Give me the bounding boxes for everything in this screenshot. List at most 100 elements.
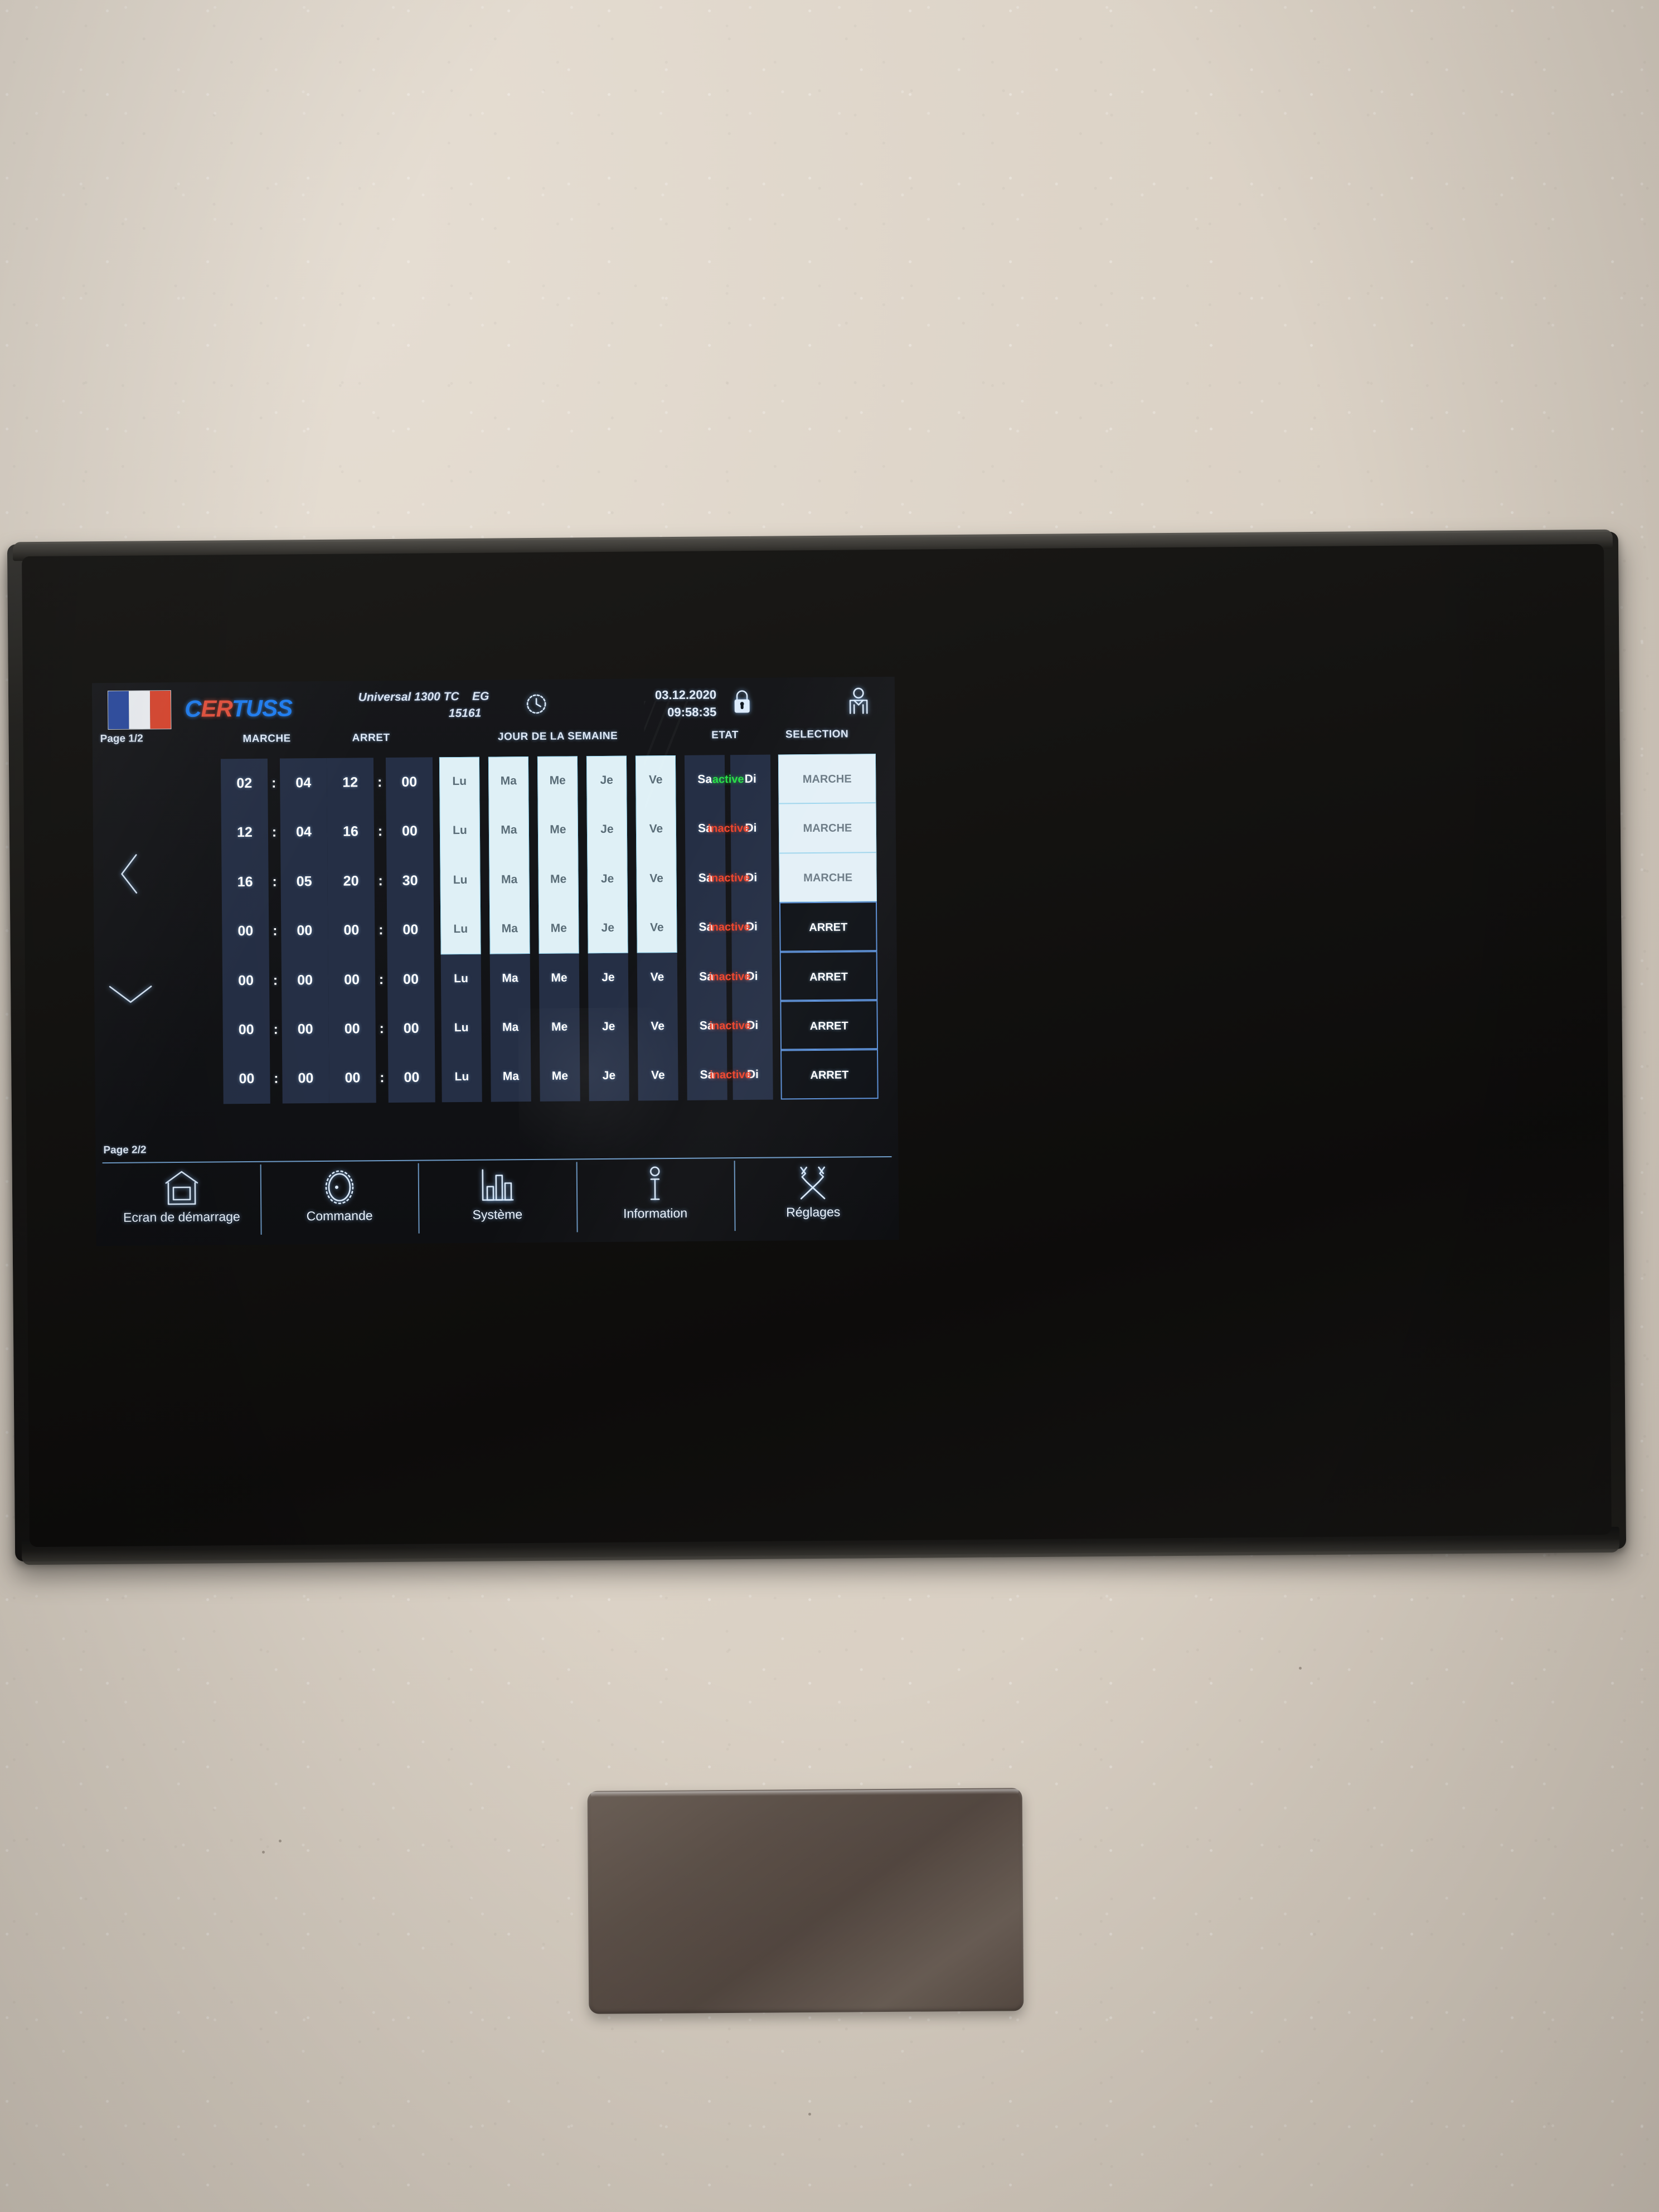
- machine-serial: 15161: [448, 706, 482, 720]
- weekday-toggle-je[interactable]: Je: [588, 953, 629, 1002]
- back-button[interactable]: [93, 809, 167, 938]
- on-minute-field[interactable]: 00: [282, 955, 329, 1005]
- off-minute-field[interactable]: 00: [388, 1053, 435, 1103]
- system-date: 03.12.2020: [654, 687, 717, 702]
- weekday-toggle-lu[interactable]: Lu: [440, 806, 481, 856]
- on-minute-field[interactable]: 04: [280, 807, 328, 857]
- weekday-toggle-me[interactable]: Me: [538, 806, 579, 855]
- on-minute-field[interactable]: 04: [280, 758, 327, 808]
- weekday-toggle-me[interactable]: Me: [538, 855, 579, 904]
- off-minute-field[interactable]: 00: [386, 807, 434, 856]
- weekday-toggle-me[interactable]: Me: [539, 1002, 580, 1052]
- time-colon: :: [272, 874, 277, 890]
- next-page-button[interactable]: [94, 938, 167, 1050]
- model-variant: EG: [472, 690, 489, 703]
- weekday-toggle-ma[interactable]: Ma: [490, 954, 531, 1003]
- selection-column: MARCHE MARCHE MARCHE ARRET ARRET ARRET ARRET: [778, 754, 879, 1100]
- on-minute-field[interactable]: 00: [282, 1005, 329, 1054]
- off-minute-field[interactable]: 30: [386, 856, 434, 905]
- off-hour-field[interactable]: 12: [327, 758, 374, 807]
- weekday-toggle-je[interactable]: Je: [587, 854, 628, 904]
- weekday-toggle-je[interactable]: Je: [588, 904, 628, 953]
- on-hour-field[interactable]: 02: [221, 759, 268, 808]
- nav-item-syst-me[interactable]: Système: [418, 1160, 576, 1243]
- weekday-toggle-je[interactable]: Je: [586, 756, 627, 806]
- off-minute-field[interactable]: 00: [387, 1003, 435, 1053]
- weekday-toggle-ma[interactable]: Ma: [490, 1003, 531, 1052]
- off-hour-field[interactable]: 00: [328, 955, 376, 1005]
- weekday-toggle-me[interactable]: Me: [539, 904, 579, 954]
- nav-item-ecran-de-d-marrage[interactable]: Ecran de démarrage: [103, 1162, 261, 1246]
- lock-closed-icon[interactable]: [731, 688, 753, 716]
- page-indicator-top: Page 1/2: [100, 733, 143, 745]
- weekday-toggle-lu[interactable]: Lu: [441, 954, 482, 1003]
- weekday-toggle-ve[interactable]: Ve: [638, 1051, 678, 1100]
- weekday-toggle-ve[interactable]: Ve: [637, 1002, 678, 1051]
- selection-button[interactable]: ARRET: [779, 950, 878, 1001]
- weekday-toggle-ve[interactable]: Ve: [637, 903, 677, 953]
- weekday-toggle-lu[interactable]: Lu: [440, 856, 481, 905]
- selection-button[interactable]: MARCHE: [778, 803, 877, 853]
- model-line: Universal 1300 TC EG: [343, 688, 505, 706]
- weekday-toggle-lu[interactable]: Lu: [442, 1052, 482, 1102]
- selection-button[interactable]: MARCHE: [779, 852, 877, 903]
- on-hour-field[interactable]: 12: [221, 808, 269, 857]
- off-hour-field[interactable]: 00: [328, 1004, 376, 1054]
- schedule-grid: 02:04 12:00 Lu Ma Me Je Ve Sa Di active 12:04 16:00…: [165, 754, 898, 1105]
- weekday-toggle-ma[interactable]: Ma: [489, 904, 530, 954]
- weekday-toggle-me[interactable]: Me: [537, 756, 578, 806]
- weekday-toggle-ve[interactable]: Ve: [636, 755, 676, 805]
- off-minute-field[interactable]: 00: [387, 954, 435, 1004]
- weekday-toggle-ve[interactable]: Ve: [636, 854, 677, 904]
- chevron-down-icon: [105, 978, 156, 1009]
- user-icon[interactable]: [846, 686, 871, 716]
- column-headers: MARCHE ARRET JOUR DE LA SEMAINE ETAT SEL…: [165, 728, 895, 753]
- off-minute-field[interactable]: 00: [386, 757, 433, 807]
- on-hour-field[interactable]: 00: [222, 1005, 270, 1055]
- weekday-toggle-me[interactable]: Me: [539, 953, 580, 1003]
- weekday-toggle-lu[interactable]: Lu: [441, 1003, 482, 1053]
- off-hour-field[interactable]: 16: [327, 807, 375, 857]
- weekday-toggle-ma[interactable]: Ma: [488, 756, 529, 806]
- on-minute-field[interactable]: 00: [281, 906, 328, 955]
- nav-item-information[interactable]: Information: [576, 1158, 734, 1242]
- weekday-toggle-lu[interactable]: Lu: [440, 905, 481, 954]
- weekday-toggle-je[interactable]: Je: [588, 1002, 629, 1052]
- nav-item-r-glages[interactable]: Réglages: [734, 1157, 892, 1241]
- selection-button[interactable]: ARRET: [780, 1049, 879, 1100]
- time-colon: :: [273, 972, 278, 988]
- weekday-toggle-lu[interactable]: Lu: [439, 757, 480, 807]
- page-navigation-rail: Page 1/2 Page 2/2: [92, 726, 168, 1162]
- off-hour-field[interactable]: 00: [329, 1054, 376, 1103]
- weekday-toggle-je[interactable]: Je: [589, 1051, 629, 1101]
- on-hour-field[interactable]: 00: [222, 906, 269, 956]
- nav-item-label: Réglages: [786, 1204, 841, 1220]
- nav-item-label: Système: [472, 1207, 523, 1222]
- wall-speck: [1299, 1667, 1302, 1670]
- on-hour-field[interactable]: 00: [222, 955, 270, 1005]
- weekday-toggle-ve[interactable]: Ve: [637, 953, 678, 1002]
- off-hour-field[interactable]: 00: [328, 905, 375, 955]
- selection-button[interactable]: ARRET: [780, 1000, 879, 1050]
- column-header-selection: SELECTION: [785, 728, 849, 741]
- plate-highlight: [590, 1789, 1019, 1797]
- on-hour-field[interactable]: 16: [221, 857, 269, 907]
- nav-item-commande[interactable]: Commande: [260, 1161, 419, 1245]
- on-minute-field[interactable]: 00: [282, 1054, 329, 1103]
- weekday-toggle-ma[interactable]: Ma: [489, 855, 530, 905]
- weekday-toggle-ve[interactable]: Ve: [636, 804, 677, 854]
- weekday-toggle-je[interactable]: Je: [587, 805, 628, 855]
- weekday-toggle-ma[interactable]: Ma: [491, 1052, 531, 1102]
- off-minute-field[interactable]: 00: [387, 905, 434, 955]
- on-minute-field[interactable]: 05: [280, 857, 328, 906]
- on-hour-field[interactable]: 00: [223, 1054, 270, 1104]
- selection-button[interactable]: ARRET: [779, 901, 877, 952]
- weekday-toggle-ma[interactable]: Ma: [489, 806, 530, 855]
- weekday-toggle-me[interactable]: Me: [540, 1052, 580, 1102]
- time-colon: :: [273, 1021, 278, 1037]
- time-colon: :: [379, 1021, 384, 1037]
- tools-icon: [792, 1163, 834, 1204]
- off-hour-field[interactable]: 20: [327, 856, 375, 906]
- selection-button[interactable]: MARCHE: [778, 754, 876, 804]
- home-icon: [160, 1168, 203, 1209]
